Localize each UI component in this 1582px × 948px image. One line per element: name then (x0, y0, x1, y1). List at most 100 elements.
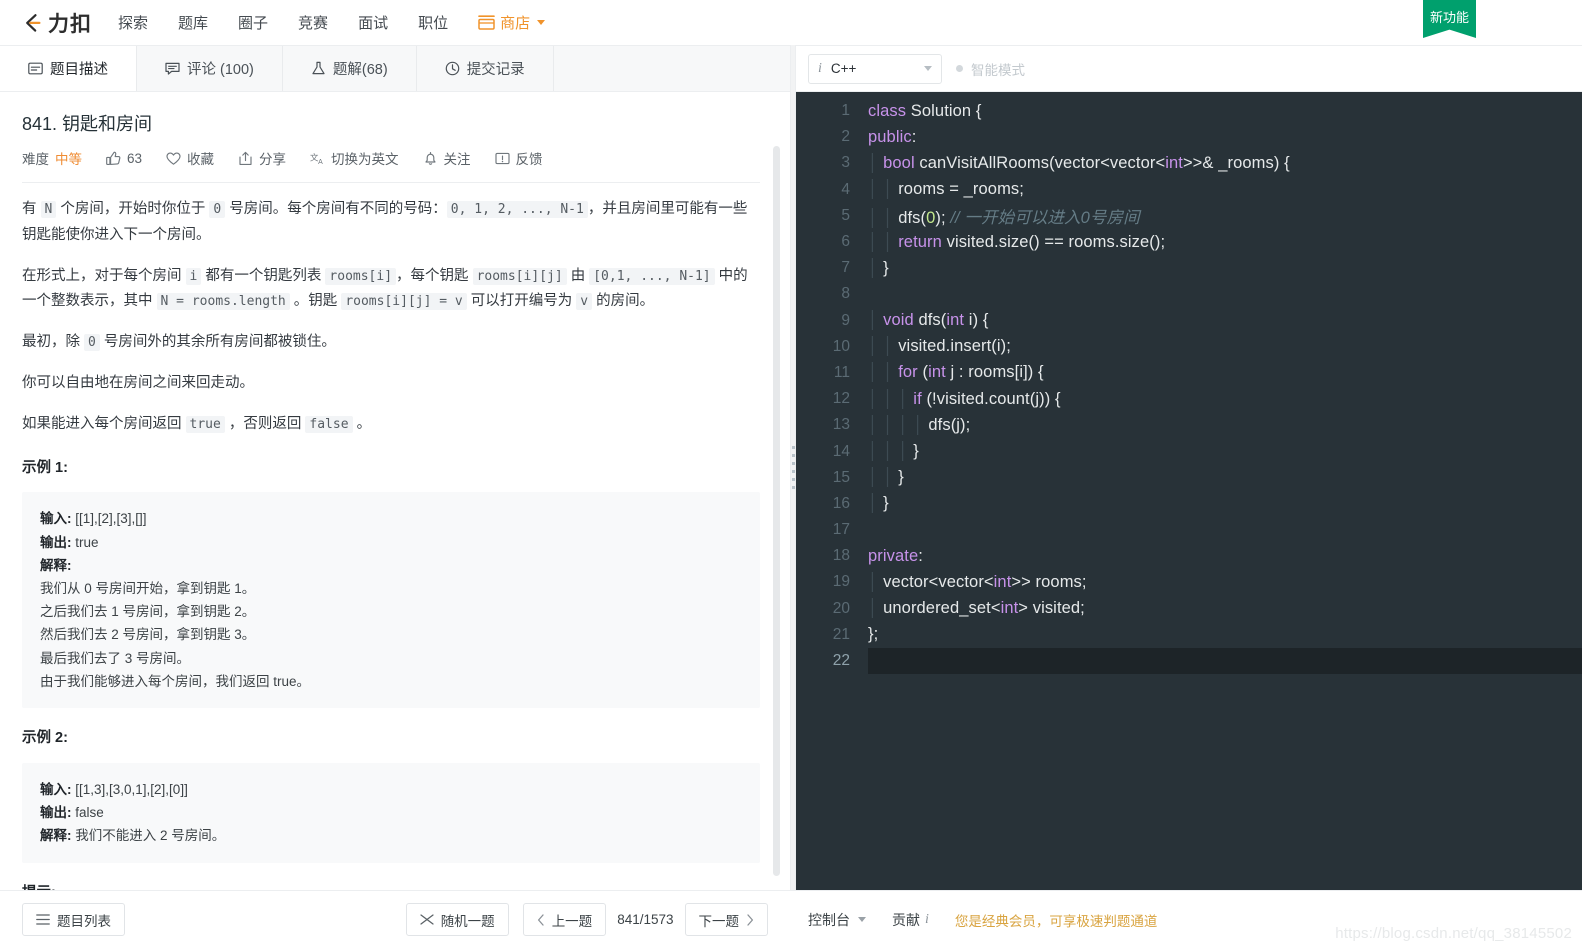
difficulty: 难度 中等 (22, 148, 82, 168)
tab-comments[interactable]: 评论 (100) (137, 46, 283, 91)
main-split-view: 题目描述 评论 (100) 题解(68) 提交记录 841. 钥匙和房间 难度 … (0, 45, 1582, 890)
tab-submissions[interactable]: 提交记录 (416, 46, 554, 91)
nav-item-explore[interactable]: 探索 (118, 12, 148, 33)
indent-guide: │ (868, 311, 884, 330)
tab-solutions[interactable]: 题解(68) (282, 46, 417, 91)
indent-guide: │ │ (868, 468, 899, 487)
code-line[interactable]: 16 │ } (796, 491, 1582, 517)
code-text: │ │ dfs(0); // 一开始可以进入0号房间 (868, 208, 1140, 227)
code-line[interactable]: 4 │ │ rooms = _rooms; (796, 177, 1582, 203)
indent-guide: │ │ │ (868, 442, 914, 461)
code-line[interactable]: 20 │ unordered_set<int> visited; (796, 596, 1582, 622)
code-token-kw: if (913, 389, 927, 408)
example-line-label: 解释: (40, 828, 72, 844)
code-token-kw: int (993, 572, 1012, 591)
editor-pane: i C++ 智能模式 1 class Solution { 2 public: 3 │ b… (796, 45, 1582, 890)
example-line: 解释: (40, 554, 742, 577)
inline-code: [0,1, ..., N-1] (589, 267, 715, 285)
code-line[interactable]: 14 │ │ │ } (796, 438, 1582, 464)
code-text: │ │ } (868, 468, 904, 487)
code-text: │ void dfs(int i) { (868, 311, 989, 330)
line-number: 4 (841, 180, 850, 198)
status-dot-icon (956, 65, 963, 72)
example-line: 输出: false (40, 805, 104, 821)
inline-code: 0 (84, 334, 100, 352)
code-text (868, 647, 1582, 675)
thumbs-up-icon (106, 151, 121, 166)
nav-item-store[interactable]: 商店 (478, 12, 546, 33)
code-text: private: (868, 546, 923, 565)
code-line[interactable]: 21}; (796, 622, 1582, 648)
code-line[interactable]: 13 │ │ │ │ dfs(j); (796, 412, 1582, 438)
translate-button[interactable]: 文 A 切换为英文 (310, 148, 399, 168)
code-token-kw: class (868, 101, 911, 120)
code-token-kw: private (868, 546, 919, 565)
code-text: │ bool canVisitAllRooms(vector<vector<in… (868, 153, 1290, 172)
code-line[interactable]: 10 │ │ visited.insert(i); (796, 334, 1582, 360)
language-select[interactable]: i C++ (808, 53, 942, 84)
share-button[interactable]: 分享 (238, 148, 286, 168)
example-line-label: 输出: (40, 534, 72, 550)
prev-problem-button[interactable]: 上一题 (522, 903, 607, 936)
code-editor[interactable]: 1 class Solution { 2 public: 3 │ bool canVisi… (796, 92, 1582, 890)
chevron-right-icon (746, 913, 754, 926)
smart-mode-toggle[interactable]: 智能模式 (956, 59, 1025, 79)
code-line[interactable]: 5 │ │ dfs(0); // 一开始可以进入0号房间 (796, 203, 1582, 229)
code-line[interactable]: 7 │ } (796, 255, 1582, 281)
problem-pager: 上一题 841/1573 下一题 (522, 903, 768, 936)
brand-logo-link[interactable]: 力扣 (18, 8, 92, 38)
nav-item-jobs[interactable]: 职位 (418, 12, 448, 33)
favorite-button[interactable]: 收藏 (166, 148, 214, 168)
difficulty-value: 中等 (55, 152, 82, 167)
random-problem-button[interactable]: 随机一题 (405, 903, 509, 936)
inline-code: rooms[i][j] (472, 267, 567, 285)
problem-list-button[interactable]: 题目列表 (22, 903, 125, 936)
nav-item-community[interactable]: 圈子 (238, 12, 268, 33)
contribute-link[interactable]: 贡献 i (892, 910, 929, 930)
code-line[interactable]: 9 │ void dfs(int i) { (796, 308, 1582, 334)
tab-description[interactable]: 题目描述 (0, 46, 137, 91)
code-line[interactable]: 3 │ bool canVisitAllRooms(vector<vector<i… (796, 150, 1582, 176)
code-line[interactable]: 17 (796, 517, 1582, 543)
nav-item-problems[interactable]: 题库 (178, 12, 208, 33)
line-number: 18 (832, 547, 850, 565)
code-line[interactable]: 6 │ │ return visited.size() == rooms.size… (796, 229, 1582, 255)
leetcode-problem-page: 力扣 探索 题库 圈子 竞赛 面试 职位 商店 新功能 题目描述 评论 (100… (0, 0, 1582, 948)
code-line[interactable]: 12 │ │ │ if (!visited.count(j)) { (796, 386, 1582, 412)
like-button[interactable]: 63 (106, 151, 142, 166)
problem-content: 841. 钥匙和房间 难度 中等 63 收藏 分享 文 A 切换为英文 关注 反… (0, 92, 790, 890)
code-line[interactable]: 19 │ vector<vector<int>> rooms; (796, 569, 1582, 595)
next-problem-button[interactable]: 下一题 (684, 903, 768, 936)
inline-code: v (576, 293, 593, 311)
follow-button[interactable]: 关注 (423, 148, 471, 168)
nav-links: 探索 题库 圈子 竞赛 面试 职位 商店 (118, 12, 546, 33)
code-line[interactable]: 11 │ │ for (int j : rooms[i]) { (796, 360, 1582, 386)
code-token-kw: int (946, 311, 969, 330)
code-line[interactable]: 22 (796, 647, 1582, 675)
tab-description-label: 题目描述 (50, 62, 108, 78)
code-text: │ │ │ if (!visited.count(j)) { (868, 389, 1061, 408)
line-number: 1 (841, 102, 850, 120)
feedback-button[interactable]: 反馈 (494, 148, 543, 168)
next-problem-label: 下一题 (698, 913, 740, 929)
code-line[interactable]: 15 │ │ } (796, 465, 1582, 491)
nav-store-label: 商店 (500, 15, 531, 32)
share-label: 分享 (259, 152, 287, 167)
indent-guide: │ │ (868, 208, 899, 227)
statement-paragraph: 在形式上，对于每个房间 i 都有一个钥匙列表 rooms[i] ，每个钥匙 roo… (22, 267, 748, 311)
inline-code: rooms[i] (325, 267, 397, 285)
bell-icon (423, 151, 438, 166)
code-text: class Solution { (868, 101, 982, 120)
console-toggle[interactable]: 控制台 (808, 910, 866, 930)
new-feature-ribbon[interactable]: 新功能 (1423, 0, 1476, 38)
nav-item-contest[interactable]: 竞赛 (298, 12, 328, 33)
code-line[interactable]: 1 class Solution { (796, 98, 1582, 124)
code-line[interactable]: 8 (796, 281, 1582, 307)
inline-code: N (40, 201, 57, 218)
code-line[interactable]: 2 public: (796, 124, 1582, 150)
bottom-bar: 题目列表 随机一题 上一题 841/1573 下一题 控制台 贡献 i 您是经典… (0, 890, 1582, 948)
problem-scrollbar[interactable] (773, 146, 780, 876)
code-line[interactable]: 18 private: (796, 543, 1582, 569)
nav-item-interview[interactable]: 面试 (358, 12, 388, 33)
chevron-down-icon (537, 20, 546, 25)
